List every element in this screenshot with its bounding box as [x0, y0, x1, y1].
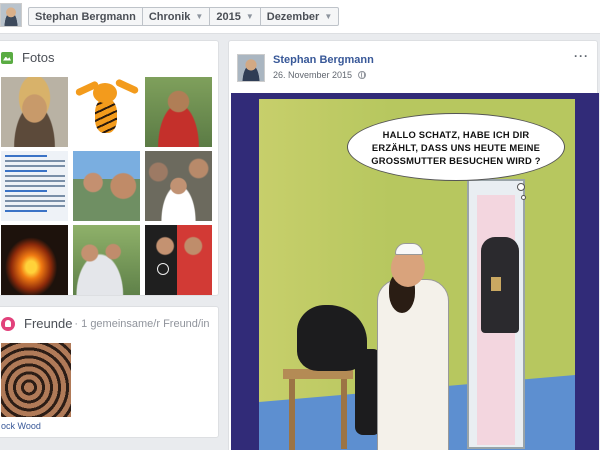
photos-title: Fotos [22, 50, 55, 65]
post-card: Stephan Bergmann 26. November 2015 ··· H… [228, 40, 599, 450]
month-label: Dezember [266, 10, 320, 23]
photo-tile[interactable] [73, 151, 140, 221]
photo-tile[interactable] [145, 77, 212, 147]
profile-avatar[interactable] [0, 3, 22, 27]
photo-tile[interactable] [1, 225, 68, 295]
photos-grid [1, 77, 212, 295]
peace-symbol [157, 263, 169, 275]
cartoon-man-robe [377, 279, 449, 450]
photos-card: Fotos [0, 40, 219, 296]
friends-header[interactable]: Freunde · 1 gemeinsame/r Freund/in [1, 316, 210, 331]
chevron-down-icon: ▼ [195, 12, 204, 21]
tweet-screenshot [5, 155, 65, 215]
cartoon-table-leg [289, 379, 295, 450]
cartoon-man-cap [395, 243, 423, 255]
photo-tile[interactable] [145, 225, 212, 295]
timeline-topbar: Stephan Bergmann Chronik ▼ 2015 ▼ Dezember… [0, 0, 600, 34]
section-label: Chronik [148, 10, 191, 23]
friends-icon [1, 316, 15, 331]
chevron-down-icon: ▼ [324, 12, 333, 21]
year-dropdown[interactable]: 2015 ▼ [210, 8, 261, 25]
cartoon-table-leg [341, 379, 347, 449]
photos-header[interactable]: Fotos [1, 50, 55, 65]
speech-bubble-tail [521, 195, 526, 200]
speech-bubble: HALLO SCHATZ, HABE ICH DIR ERZÄHLT, DASS… [347, 113, 565, 181]
profile-name-label: Stephan Bergmann [35, 10, 136, 23]
post-author-link[interactable]: Stephan Bergmann [273, 54, 374, 66]
photo-tile[interactable] [1, 151, 68, 221]
month-dropdown[interactable]: Dezember ▼ [261, 8, 339, 25]
tigger-head [93, 83, 117, 103]
friend-photo[interactable] [1, 343, 71, 417]
post-image[interactable]: HALLO SCHATZ, HABE ICH DIR ERZÄHLT, DASS… [231, 93, 599, 450]
timeline-breadcrumb: Stephan Bergmann Chronik ▼ 2015 ▼ Dezember… [28, 7, 340, 26]
friend-name-link[interactable]: ock Wood [1, 421, 41, 431]
post-date-link[interactable]: 26. November 2015 [273, 70, 352, 80]
chevron-down-icon: ▼ [245, 12, 254, 21]
post-author-avatar[interactable] [237, 54, 265, 82]
friends-title: Freunde [24, 316, 73, 331]
profile-name-link[interactable]: Stephan Bergmann [29, 8, 143, 25]
cartoon-scene: HALLO SCHATZ, HABE ICH DIR ERZÄHLT, DASS… [259, 99, 575, 450]
photo-tile[interactable] [145, 151, 212, 221]
post-meta: 26. November 2015 [273, 70, 367, 80]
section-dropdown[interactable]: Chronik ▼ [143, 8, 211, 25]
friends-card: Freunde · 1 gemeinsame/r Freund/in ock W… [0, 306, 219, 438]
photo-tile[interactable] [73, 77, 140, 147]
speech-bubble-text: HALLO SCHATZ, HABE ICH DIR ERZÄHLT, DASS… [371, 128, 541, 166]
photo-tile[interactable] [1, 77, 68, 147]
tigger-body [95, 99, 117, 133]
speech-bubble-tail [517, 183, 525, 191]
photos-icon [1, 51, 13, 64]
cartoon-bag [491, 277, 501, 291]
mutual-friends-count: · 1 gemeinsame/r Freund/in [74, 317, 210, 330]
tigger-arm [114, 78, 140, 95]
more-options-icon[interactable]: ··· [574, 49, 589, 63]
year-label: 2015 [216, 10, 241, 23]
photo-tile[interactable] [73, 225, 140, 295]
globe-icon[interactable] [358, 71, 367, 79]
